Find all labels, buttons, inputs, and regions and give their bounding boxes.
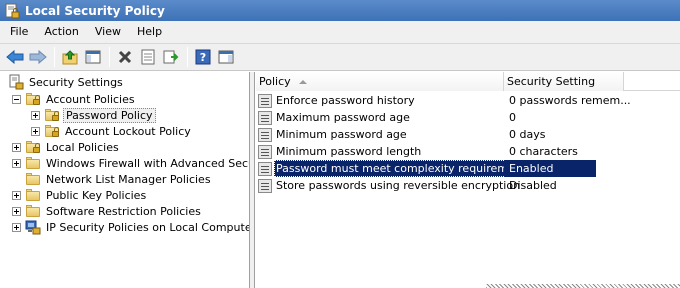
menu-view[interactable]: View — [87, 22, 129, 42]
policy-setting-icon — [258, 93, 272, 108]
up-folder-icon[interactable] — [59, 46, 81, 68]
expand-toggle[interactable] — [12, 222, 21, 232]
policy-value: 0 — [509, 111, 516, 124]
tree-label: Network List Manager Policies — [46, 172, 211, 186]
svg-text:?: ? — [200, 51, 206, 64]
tree-item-public-key-policies[interactable]: Public Key Policies — [12, 187, 148, 203]
tree-label: Password Policy — [63, 107, 156, 123]
column-label: Policy — [259, 75, 291, 88]
tree-item-security-settings[interactable]: Security Settings — [8, 74, 125, 90]
policy-setting-icon — [258, 144, 272, 159]
properties-icon[interactable] — [137, 46, 159, 68]
policy-name: Store passwords using reversible encrypt… — [276, 179, 521, 192]
menu-bar: File Action View Help — [0, 21, 680, 44]
menu-action[interactable]: Action — [36, 22, 86, 42]
policy-setting-icon — [258, 127, 272, 142]
tree-label: Local Policies — [46, 140, 119, 154]
tree-item-windows-firewall[interactable]: Windows Firewall with Advanced Security — [12, 155, 249, 171]
policy-name: Maximum password age — [276, 111, 410, 124]
tree-item-password-policy[interactable]: Password Policy — [31, 107, 156, 123]
expand-toggle[interactable] — [12, 158, 21, 168]
expand-toggle[interactable] — [12, 190, 21, 200]
table-row[interactable]: Minimum password length 0 characters — [256, 143, 680, 160]
policy-name: Password must meet complexity requiremen… — [274, 160, 534, 177]
locked-folder-icon — [44, 123, 60, 139]
window-title: Local Security Policy — [25, 3, 165, 18]
toolbar-separator — [187, 47, 188, 67]
policy-value: 0 days — [509, 128, 546, 141]
locked-folder-icon — [25, 139, 41, 155]
policy-setting-icon — [258, 161, 272, 176]
show-hide-tree-icon[interactable] — [82, 46, 104, 68]
locked-folder-icon — [44, 107, 60, 123]
pane-splitter[interactable] — [250, 72, 255, 288]
column-header-policy[interactable]: Policy — [256, 72, 504, 91]
export-list-icon[interactable] — [160, 46, 182, 68]
help-icon[interactable]: ? — [192, 46, 214, 68]
folder-icon — [25, 155, 41, 171]
table-row[interactable]: Maximum password age 0 — [256, 109, 680, 126]
tree-item-local-policies[interactable]: Local Policies — [12, 139, 121, 155]
policy-name: Minimum password length — [276, 145, 422, 158]
ip-security-icon — [25, 219, 41, 235]
toolbar-separator — [54, 47, 55, 67]
column-label: Security Setting — [507, 75, 596, 88]
back-icon[interactable] — [4, 46, 26, 68]
show-action-pane-icon[interactable] — [215, 46, 237, 68]
tree-item-account-lockout-policy[interactable]: Account Lockout Policy — [31, 123, 193, 139]
policy-value: 0 passwords remem... — [509, 94, 631, 107]
security-policy-app-icon — [4, 3, 20, 19]
tree-item-software-restriction[interactable]: Software Restriction Policies — [12, 203, 203, 219]
policy-name: Minimum password age — [276, 128, 407, 141]
tree-label: Security Settings — [29, 75, 123, 89]
delete-icon[interactable] — [114, 46, 136, 68]
expand-toggle[interactable] — [12, 142, 21, 152]
title-bar: Local Security Policy — [0, 0, 680, 21]
expand-toggle[interactable] — [12, 206, 21, 216]
collapse-toggle[interactable] — [12, 94, 21, 104]
folder-icon — [25, 187, 41, 203]
tree-label: Public Key Policies — [46, 188, 147, 202]
column-header-security-setting[interactable]: Security Setting — [504, 72, 624, 91]
tree-label: IP Security Policies on Local Computer — [46, 220, 250, 234]
table-row[interactable]: Enforce password history 0 passwords rem… — [256, 92, 680, 109]
policy-value: 0 characters — [509, 145, 578, 158]
console-tree[interactable]: Security Settings Account Policies Passw… — [0, 72, 250, 288]
forward-icon[interactable] — [27, 46, 49, 68]
folder-icon — [25, 171, 41, 187]
table-row[interactable]: Store passwords using reversible encrypt… — [256, 177, 680, 194]
locked-folder-icon — [25, 91, 41, 107]
tree-label: Account Policies — [46, 92, 135, 106]
expand-toggle[interactable] — [31, 110, 40, 120]
toolbar-separator — [109, 47, 110, 67]
tree-item-account-policies[interactable]: Account Policies — [12, 91, 137, 107]
menu-file[interactable]: File — [2, 22, 36, 42]
policy-setting-icon — [258, 110, 272, 125]
list-header: Policy Security Setting — [256, 72, 680, 91]
folder-icon — [25, 203, 41, 219]
tree-item-network-list-manager[interactable]: Network List Manager Policies — [25, 171, 213, 187]
policy-value: Disabled — [509, 179, 557, 192]
policy-name: Enforce password history — [276, 94, 415, 107]
table-row[interactable]: Minimum password age 0 days — [256, 126, 680, 143]
security-settings-icon — [8, 74, 24, 90]
toolbar: ? — [0, 44, 680, 71]
sort-ascending-icon — [298, 80, 307, 84]
policy-setting-icon — [258, 178, 272, 193]
tree-item-ip-security-policies[interactable]: IP Security Policies on Local Computer — [12, 219, 250, 235]
expand-toggle[interactable] — [31, 126, 40, 136]
menu-help[interactable]: Help — [129, 22, 170, 42]
table-row-selected[interactable]: Password must meet complexity requiremen… — [256, 160, 680, 177]
tree-label: Windows Firewall with Advanced Security — [46, 156, 249, 170]
result-list[interactable]: Policy Security Setting Enforce password… — [256, 72, 680, 288]
resize-grip[interactable] — [486, 284, 680, 288]
policy-value: Enabled — [504, 160, 596, 177]
tree-label: Account Lockout Policy — [65, 124, 191, 138]
tree-label: Software Restriction Policies — [46, 204, 201, 218]
